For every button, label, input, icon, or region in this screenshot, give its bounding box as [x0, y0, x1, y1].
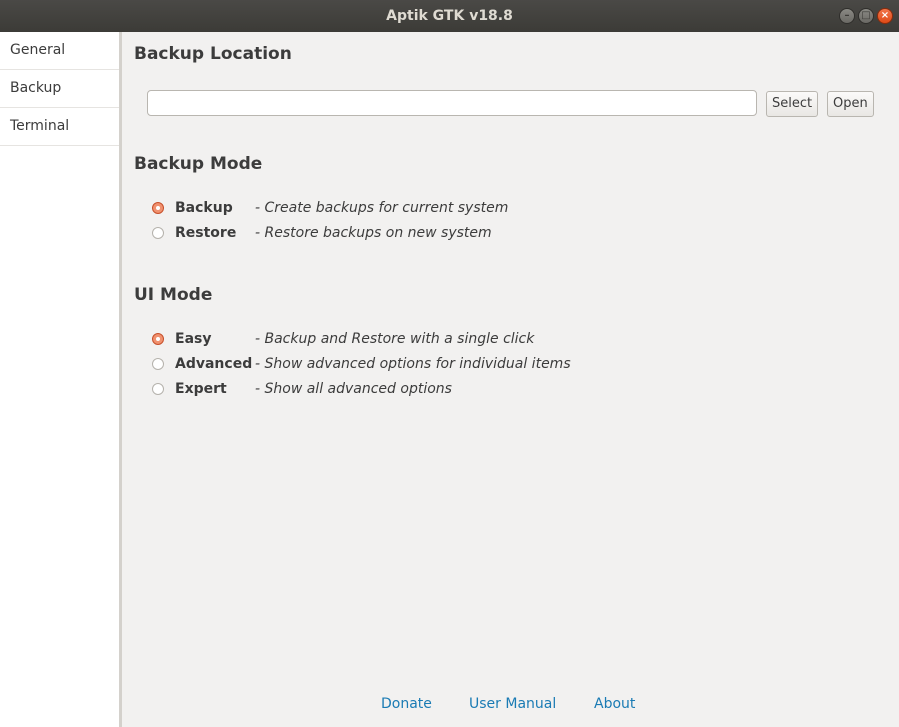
radio-label: Expert: [175, 381, 227, 397]
radio-checked-icon[interactable]: [152, 333, 164, 345]
radio-unchecked-icon[interactable]: [152, 227, 164, 239]
ui-mode-option-easy[interactable]: Easy - Backup and Restore with a single …: [152, 329, 534, 349]
radio-checked-icon[interactable]: [152, 202, 164, 214]
backup-mode-option-backup[interactable]: Backup - Create backups for current syst…: [152, 198, 508, 218]
radio-label: Advanced: [175, 356, 253, 372]
radio-description: - Restore backups on new system: [255, 225, 492, 241]
sidebar-item-general[interactable]: General: [0, 32, 119, 70]
backup-mode-option-restore[interactable]: Restore - Restore backups on new system: [152, 223, 492, 243]
title-bar[interactable]: Aptik GTK v18.8 – □ ×: [0, 0, 899, 32]
radio-unchecked-icon[interactable]: [152, 383, 164, 395]
user-manual-link[interactable]: User Manual: [469, 696, 556, 712]
backup-location-input[interactable]: [147, 90, 757, 116]
maximize-button[interactable]: □: [858, 8, 874, 24]
select-button[interactable]: Select: [766, 91, 819, 117]
maximize-icon: □: [861, 10, 871, 21]
radio-label: Easy: [175, 331, 212, 347]
ui-mode-option-expert[interactable]: Expert - Show all advanced options: [152, 379, 452, 399]
sidebar: General Backup Terminal: [0, 32, 122, 727]
close-icon: ×: [880, 10, 890, 21]
radio-description: - Backup and Restore with a single click: [255, 331, 535, 347]
radio-description: - Show advanced options for individual i…: [255, 356, 571, 372]
ui-mode-option-advanced[interactable]: Advanced - Show advanced options for ind…: [152, 354, 571, 374]
radio-description: - Create backups for current system: [255, 200, 509, 216]
minimize-icon: –: [844, 10, 850, 21]
donate-link[interactable]: Donate: [381, 696, 432, 712]
backup-location-title: Backup Location: [134, 44, 292, 64]
sidebar-item-terminal[interactable]: Terminal: [0, 108, 119, 146]
radio-description: - Show all advanced options: [255, 381, 452, 397]
sidebar-item-backup[interactable]: Backup: [0, 70, 119, 108]
backup-mode-title: Backup Mode: [134, 154, 263, 174]
radio-label: Restore: [175, 225, 237, 241]
about-link[interactable]: About: [594, 696, 635, 712]
ui-mode-title: UI Mode: [134, 285, 213, 305]
window-controls: – □ ×: [839, 8, 893, 24]
window-title: Aptik GTK v18.8: [386, 8, 513, 24]
minimize-button[interactable]: –: [839, 8, 855, 24]
radio-label: Backup: [175, 200, 233, 216]
open-button[interactable]: Open: [827, 91, 874, 117]
main-content: Backup Location Select Open Backup Mode …: [122, 32, 899, 727]
close-button[interactable]: ×: [877, 8, 893, 24]
radio-unchecked-icon[interactable]: [152, 358, 164, 370]
app-window: Aptik GTK v18.8 – □ × General Backup Ter…: [0, 0, 899, 727]
